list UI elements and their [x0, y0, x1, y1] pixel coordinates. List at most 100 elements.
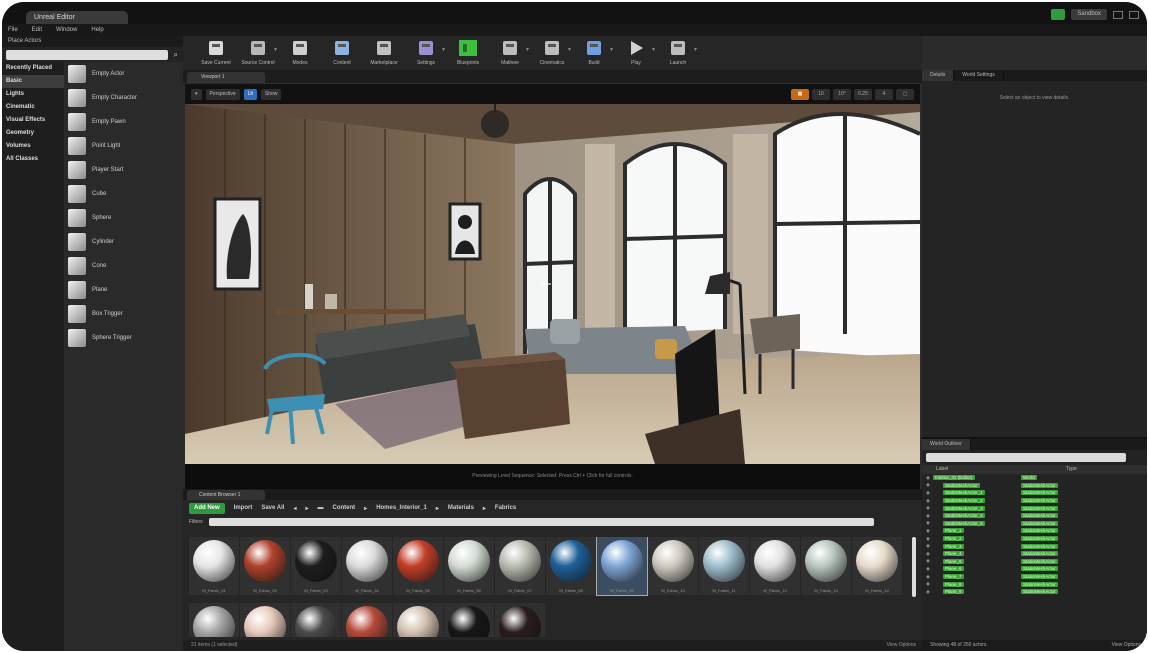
category-visual-effects[interactable]: Visual Effects	[2, 114, 64, 127]
forward-icon[interactable]: ▸	[305, 505, 308, 512]
actor-item-cube[interactable]: Cube	[64, 182, 183, 206]
outliner-row[interactable]: ◉ Plane_4 StaticMeshActor	[922, 550, 1147, 558]
category-basic[interactable]: Basic	[2, 75, 64, 88]
outliner-row[interactable]: ◉ Plane_7 StaticMeshActor	[922, 573, 1147, 581]
dropdown-arrow-icon[interactable]: ▾	[568, 46, 571, 53]
dropdown-arrow-icon[interactable]: ▾	[274, 46, 277, 53]
matinee-button[interactable]: Matinee ▾	[489, 36, 531, 70]
outliner-view-options-button[interactable]: View Options	[1112, 640, 1141, 651]
search-icon[interactable]: ⌕	[174, 50, 178, 60]
outliner-row[interactable]: ◉ StaticMeshActor_3 StaticMeshActor	[922, 504, 1147, 512]
settings-button[interactable]: Settings ▾	[405, 36, 447, 70]
outliner-row[interactable]: ◉ StaticMeshActor_4 StaticMeshActor	[922, 512, 1147, 520]
outliner-row[interactable]: ◉ Plane_9 StaticMeshActor	[922, 588, 1147, 596]
content-browser-tab[interactable]: Content Browser 1	[187, 490, 265, 500]
asset-tile[interactable]: M_Fabric_04	[342, 537, 392, 595]
outliner-search-input[interactable]	[926, 453, 1126, 462]
breadcrumb-content[interactable]: Content	[333, 505, 356, 511]
minimize-icon[interactable]	[1113, 10, 1123, 19]
maximize-icon[interactable]	[1129, 10, 1139, 19]
breadcrumb-fabrics[interactable]: Fabrics	[495, 505, 516, 511]
tab-world-settings[interactable]: World Settings	[954, 70, 1004, 81]
actor-item-cylinder[interactable]: Cylinder	[64, 230, 183, 254]
visibility-eye-icon[interactable]: ◉	[926, 520, 933, 526]
visibility-eye-icon[interactable]: ◉	[926, 558, 933, 564]
tab-world-outliner[interactable]: World Outliner	[922, 439, 971, 450]
outliner-row[interactable]: ◉ Plane_1 StaticMeshActor	[922, 527, 1147, 535]
asset-tile[interactable]: M_Fabric_17	[291, 603, 341, 637]
source-control-button[interactable]: Source Control ▾	[237, 36, 279, 70]
asset-tile[interactable]: M_Fabric_10	[648, 537, 698, 595]
visibility-eye-icon[interactable]: ◉	[926, 498, 933, 504]
grid-snap-value[interactable]: 10	[812, 88, 830, 100]
dropdown-arrow-icon[interactable]: ▾	[610, 46, 613, 53]
visibility-eye-icon[interactable]: ◉	[926, 581, 933, 587]
actor-item-point-light[interactable]: Point Light	[64, 134, 183, 158]
visibility-eye-icon[interactable]: ◉	[926, 528, 933, 534]
asset-tile[interactable]: M_Fabric_07	[495, 537, 545, 595]
category-recently-placed[interactable]: Recently Placed	[2, 62, 64, 75]
asset-tile[interactable]: M_Fabric_11	[699, 537, 749, 595]
category-all-classes[interactable]: All Classes	[2, 153, 64, 166]
project-button[interactable]: Sandbox	[1071, 9, 1107, 20]
asset-tile[interactable]: M_Fabric_03	[291, 537, 341, 595]
viewport-tab[interactable]: Viewport 1	[187, 72, 265, 83]
asset-tile[interactable]: M_Fabric_12	[750, 537, 800, 595]
actor-item-player-start[interactable]: Player Start	[64, 158, 183, 182]
viewport-options-button[interactable]: ▾	[191, 88, 202, 100]
outliner-row[interactable]: ◉ Plane_3 StaticMeshActor	[922, 542, 1147, 550]
actor-item-empty-character[interactable]: Empty Character	[64, 86, 183, 110]
asset-tile[interactable]: M_Fabric_20	[444, 603, 494, 637]
visibility-eye-icon[interactable]: ◉	[926, 543, 933, 549]
actor-item-cone[interactable]: Cone	[64, 254, 183, 278]
marketplace-button[interactable]: Marketplace	[363, 36, 405, 70]
asset-tile[interactable]: M_Fabric_08	[546, 537, 596, 595]
outliner-row[interactable]: ◉ Plane_2 StaticMeshActor	[922, 535, 1147, 543]
asset-tile[interactable]: M_Fabric_13	[801, 537, 851, 595]
actor-item-sphere[interactable]: Sphere	[64, 206, 183, 230]
menu-edit[interactable]: Edit	[32, 24, 42, 36]
actor-item-plane[interactable]: Plane	[64, 278, 183, 302]
visibility-eye-icon[interactable]: ◉	[926, 490, 933, 496]
cinematics-button[interactable]: Cinematics ▾	[531, 36, 573, 70]
scale-snap-value[interactable]: 0.25	[854, 88, 872, 100]
visibility-eye-icon[interactable]: ◉	[926, 566, 933, 572]
outliner-row[interactable]: ◉ StaticMeshActor StaticMeshActor	[922, 482, 1147, 490]
dropdown-arrow-icon[interactable]: ▾	[652, 46, 655, 53]
visibility-eye-icon[interactable]: ◉	[926, 482, 933, 488]
dropdown-arrow-icon[interactable]: ▾	[526, 46, 529, 53]
asset-tile[interactable]: M_Fabric_21	[495, 603, 545, 637]
place-actors-search-input[interactable]: ⌕	[6, 50, 178, 60]
launch-button[interactable]: Launch ▾	[657, 36, 699, 70]
grid-snap-toggle[interactable]: ▦	[791, 88, 809, 100]
maximize-viewport-icon[interactable]: ▢	[896, 88, 914, 100]
actor-item-empty-actor[interactable]: Empty Actor	[64, 62, 183, 86]
visibility-eye-icon[interactable]: ◉	[926, 505, 933, 511]
actor-item-sphere-trigger[interactable]: Sphere Trigger	[64, 326, 183, 350]
actor-item-box-trigger[interactable]: Box Trigger	[64, 302, 183, 326]
dropdown-arrow-icon[interactable]: ▾	[694, 46, 697, 53]
visibility-eye-icon[interactable]: ◉	[926, 475, 933, 481]
app-tab[interactable]: Unreal Editor	[26, 11, 128, 24]
asset-tile[interactable]: M_Fabric_06	[444, 537, 494, 595]
asset-tile[interactable]: M_Fabric_19	[393, 603, 443, 637]
build-button[interactable]: Build ▾	[573, 36, 615, 70]
dropdown-arrow-icon[interactable]: ▾	[442, 46, 445, 53]
type-column-header[interactable]: Type	[1026, 465, 1077, 474]
visibility-eye-icon[interactable]: ◉	[926, 574, 933, 580]
save-current-button[interactable]: Save Current	[195, 36, 237, 70]
import-button[interactable]: Import	[234, 505, 253, 511]
play-button[interactable]: Play ▾	[615, 36, 657, 70]
filters-button[interactable]: Filters	[189, 519, 203, 525]
rotation-snap-value[interactable]: 10°	[833, 88, 851, 100]
modes-button[interactable]: Modes	[279, 36, 321, 70]
actor-item-empty-pawn[interactable]: Empty Pawn	[64, 110, 183, 134]
perspective-button[interactable]: Perspective	[205, 88, 240, 100]
outliner-row[interactable]: ◉ Interior_01 (Editor) World	[922, 474, 1147, 482]
visibility-eye-icon[interactable]: ◉	[926, 536, 933, 542]
content-search-input[interactable]	[208, 518, 874, 526]
asset-tile[interactable]: M_Fabric_09	[596, 537, 648, 596]
breadcrumb-materials[interactable]: Materials	[448, 505, 474, 511]
category-volumes[interactable]: Volumes	[2, 140, 64, 153]
back-icon[interactable]: ◂	[293, 505, 296, 512]
